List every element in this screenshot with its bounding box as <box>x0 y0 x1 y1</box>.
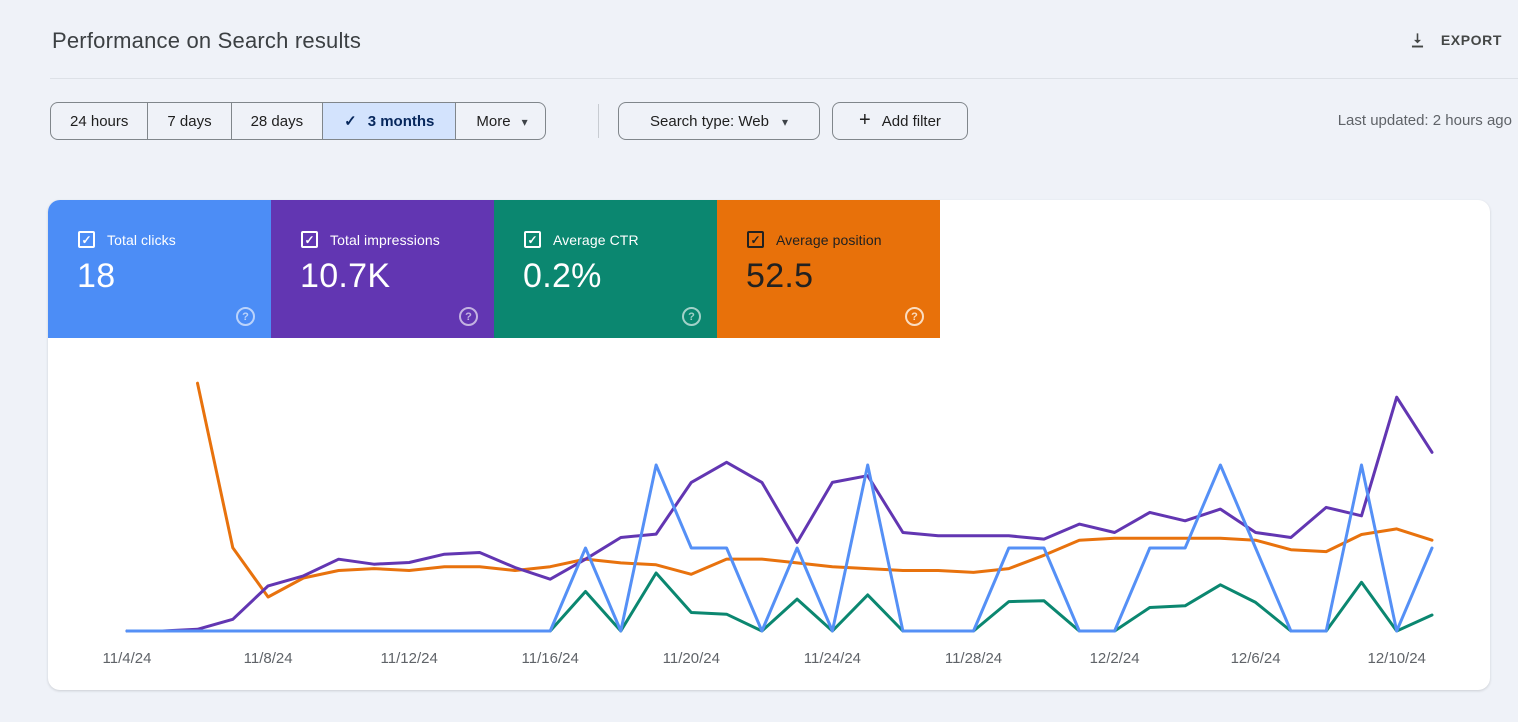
metric-checkbox-row: ✓ Total clicks <box>78 231 176 248</box>
date-range-24-hours[interactable]: 24 hours <box>51 103 147 139</box>
date-range-3-months-selected[interactable]: ✓ 3 months <box>322 103 455 139</box>
x-axis-label: 12/2/24 <box>1090 650 1140 667</box>
metric-value: 0.2% <box>523 257 602 296</box>
search-type-label: Search type: Web <box>650 113 769 130</box>
chevron-down-icon: ▾ <box>782 116 788 128</box>
date-range-28-days[interactable]: 28 days <box>231 103 323 139</box>
metric-card-average-position[interactable]: ✓ Average position 52.5 ? <box>717 200 940 338</box>
line-clicks <box>127 465 1432 631</box>
date-range-segmented-control: 24 hours 7 days 28 days ✓ 3 months More … <box>50 102 546 140</box>
checkbox-checked-icon[interactable]: ✓ <box>78 231 95 248</box>
x-axis-label: 11/16/24 <box>522 650 579 667</box>
plus-icon: + <box>859 110 871 130</box>
help-icon[interactable]: ? <box>236 307 255 326</box>
metric-value: 10.7K <box>300 257 390 296</box>
x-axis-label: 12/10/24 <box>1368 650 1426 667</box>
line-impressions <box>127 397 1432 631</box>
help-icon[interactable]: ? <box>682 307 701 326</box>
metric-card-total-impressions[interactable]: ✓ Total impressions 10.7K ? <box>271 200 494 338</box>
metric-label: Average CTR <box>553 232 639 248</box>
x-axis-label: 11/4/24 <box>103 650 152 667</box>
performance-chart[interactable]: 11/4/24 11/8/24 11/12/24 11/16/24 11/20/24 11… <box>48 340 1490 690</box>
metric-card-total-clicks[interactable]: ✓ Total clicks 18 ? <box>48 200 271 338</box>
checkbox-checked-icon[interactable]: ✓ <box>747 231 764 248</box>
metric-checkbox-row: ✓ Average CTR <box>524 231 639 248</box>
line-ctr <box>127 573 1432 631</box>
metric-card-average-ctr[interactable]: ✓ Average CTR 0.2% ? <box>494 200 717 338</box>
metric-value: 18 <box>77 257 115 296</box>
x-axis-label: 11/12/24 <box>381 650 438 667</box>
add-filter-label: Add filter <box>882 113 941 130</box>
segment-label: 28 days <box>251 113 304 130</box>
date-range-more-dropdown[interactable]: More ▾ <box>455 103 544 139</box>
metric-label: Total clicks <box>107 232 176 248</box>
add-filter-button[interactable]: + Add filter <box>832 102 968 140</box>
x-axis-label: 11/28/24 <box>945 650 1002 667</box>
metric-summary-row: ✓ Total clicks 18 ? ✓ Total impressions … <box>48 200 940 338</box>
header-divider <box>50 78 1518 79</box>
x-axis-label: 12/6/24 <box>1231 650 1281 667</box>
segment-label: 3 months <box>368 113 435 130</box>
page-title: Performance on Search results <box>52 28 361 54</box>
help-icon[interactable]: ? <box>905 307 924 326</box>
help-icon[interactable]: ? <box>459 307 478 326</box>
segment-label: 7 days <box>167 113 211 130</box>
segment-label: 24 hours <box>70 113 128 130</box>
chevron-down-icon: ▾ <box>522 116 528 128</box>
checkbox-checked-icon[interactable]: ✓ <box>301 231 318 248</box>
segment-label: More <box>476 113 510 130</box>
metric-value: 52.5 <box>746 257 813 296</box>
x-axis-label: 11/24/24 <box>804 650 861 667</box>
search-type-dropdown[interactable]: Search type: Web ▾ <box>618 102 820 140</box>
metric-checkbox-row: ✓ Total impressions <box>301 231 440 248</box>
search-console-performance-page: { "icons": { "check": "✓", "caret": "▾",… <box>0 0 1518 722</box>
metric-checkbox-row: ✓ Average position <box>747 231 882 248</box>
filter-bar-separator <box>598 104 599 138</box>
export-label: EXPORT <box>1441 32 1502 48</box>
x-axis-label: 11/20/24 <box>663 650 720 667</box>
export-button[interactable]: EXPORT <box>1408 27 1502 53</box>
metric-label: Total impressions <box>330 232 440 248</box>
x-axis-label: 11/8/24 <box>244 650 293 667</box>
download-icon <box>1408 31 1427 50</box>
checkbox-checked-icon[interactable]: ✓ <box>524 231 541 248</box>
date-range-7-days[interactable]: 7 days <box>147 103 230 139</box>
metric-label: Average position <box>776 232 882 248</box>
performance-card: ✓ Total clicks 18 ? ✓ Total impressions … <box>48 200 1490 690</box>
check-icon: ✓ <box>344 112 357 130</box>
last-updated-text: Last updated: 2 hours ago <box>1338 112 1512 129</box>
